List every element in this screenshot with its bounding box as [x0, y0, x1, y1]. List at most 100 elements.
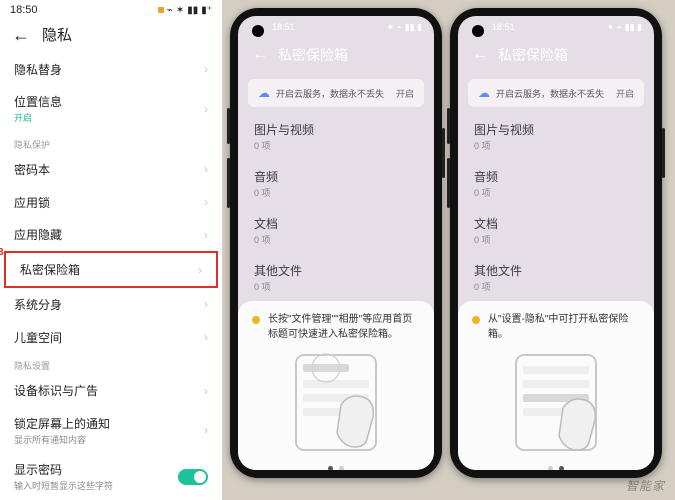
dot — [548, 466, 553, 470]
page-dots — [252, 460, 420, 470]
dot — [339, 466, 344, 470]
longpress-illustration-icon — [271, 350, 401, 460]
chevron-right-icon: › — [204, 195, 208, 209]
cat-label: 音频 — [474, 168, 638, 185]
settings-panel: 18:50 ⌁ ✶ ▮▮ ▮⁺ ← 隐私 隐私替身 › 位置信息 开启 › 隐私… — [0, 0, 222, 500]
cat-label: 图片与视频 — [474, 121, 638, 138]
row-label: 位置信息 — [14, 93, 62, 110]
volume-down-button — [447, 158, 450, 208]
phone-status-bar: 18:51 ✶ ⌁ ▮▮ ▮ — [238, 16, 434, 35]
dot-active — [559, 466, 564, 470]
cat-audio[interactable]: 音频 0 项 — [458, 160, 654, 207]
bullet-icon — [252, 316, 260, 324]
cloud-text: 开启云服务，数据永不丢失 — [276, 87, 384, 100]
row-sub: 开启 — [14, 111, 62, 124]
cat-sub: 0 项 — [474, 280, 638, 293]
row-sub: 显示所有通知内容 — [14, 433, 110, 446]
tip-text: 长按"文件管理""相册"等应用首页标题可快速进入私密保险箱。 — [268, 313, 420, 342]
tip-sheet: 长按"文件管理""相册"等应用首页标题可快速进入私密保险箱。 — [238, 301, 434, 470]
toggle-switch[interactable] — [178, 469, 208, 485]
cat-sub: 0 项 — [474, 233, 638, 246]
chevron-right-icon: › — [204, 330, 208, 344]
cat-audio[interactable]: 音频 0 项 — [238, 160, 434, 207]
cat-other[interactable]: 其他文件 0 项 — [238, 254, 434, 301]
row-device-ads[interactable]: 设备标识与广告 › — [0, 374, 222, 407]
cat-photos[interactable]: 图片与视频 0 项 — [458, 113, 654, 160]
chevron-right-icon: › — [204, 423, 208, 437]
phone-time: 18:51 — [272, 22, 295, 33]
row-privacy-substitute[interactable]: 隐私替身 › — [0, 53, 222, 86]
cat-docs[interactable]: 文档 0 项 — [458, 207, 654, 254]
chevron-right-icon: › — [204, 102, 208, 116]
cat-label: 文档 — [474, 215, 638, 232]
phone-mockup-a: 18:51 ✶ ⌁ ▮▮ ▮ ← 私密保险箱 ☁ 开启云服务，数据永不丢失 开启… — [230, 8, 442, 478]
row-show-password[interactable]: 显示密码 输入时短暂显示这些字符 — [0, 454, 222, 500]
phone-time: 18:51 — [492, 22, 515, 33]
phone-screen: 18:51 ✶ ⌁ ▮▮ ▮ ← 私密保险箱 ☁ 开启云服务，数据永不丢失 开启… — [458, 16, 654, 470]
status-time: 18:50 — [10, 4, 38, 16]
cat-label: 其他文件 — [254, 262, 418, 279]
signal-icon: ▮▮ — [187, 5, 198, 16]
back-icon[interactable]: ← — [252, 46, 268, 64]
power-button — [662, 128, 665, 178]
cat-sub: 0 项 — [474, 186, 638, 199]
cat-sub: 0 项 — [254, 233, 418, 246]
phone-photo-area: 18:51 ✶ ⌁ ▮▮ ▮ ← 私密保险箱 ☁ 开启云服务，数据永不丢失 开启… — [222, 0, 675, 500]
row-app-lock[interactable]: 应用锁 › — [0, 186, 222, 219]
tip-row: 长按"文件管理""相册"等应用首页标题可快速进入私密保险箱。 — [252, 313, 420, 342]
section-privacy-settings: 隐私设置 — [0, 353, 222, 374]
camera-punch-hole — [252, 25, 264, 37]
cloud-banner[interactable]: ☁ 开启云服务，数据永不丢失 开启 — [248, 79, 424, 107]
bullet-icon — [472, 316, 480, 324]
row-label: 儿童空间 — [14, 329, 62, 346]
row-label: 密码本 — [14, 161, 50, 178]
row-label: 锁定屏幕上的通知 — [14, 415, 110, 432]
cloud-action[interactable]: 开启 — [616, 87, 634, 100]
tip-sheet: 从"设置-隐私"中可打开私密保险箱。 — [458, 301, 654, 470]
row-private-safe[interactable]: 私密保险箱 › — [6, 253, 216, 286]
dot-active — [328, 466, 333, 470]
row-app-hide[interactable]: 应用隐藏 › — [0, 218, 222, 251]
phone-header: ← 私密保险箱 — [458, 35, 654, 79]
row-location[interactable]: 位置信息 开启 › — [0, 86, 222, 132]
cat-sub: 0 项 — [254, 280, 418, 293]
cloud-icon: ☁ — [478, 86, 490, 100]
volume-down-button — [227, 158, 230, 208]
volume-up-button — [447, 108, 450, 144]
row-label: 隐私替身 — [14, 61, 62, 78]
cat-photos[interactable]: 图片与视频 0 项 — [238, 113, 434, 160]
row-lock-notify[interactable]: 锁定屏幕上的通知 显示所有通知内容 › — [0, 407, 222, 453]
back-icon[interactable]: ← — [12, 26, 30, 44]
phone-status-bar: 18:51 ✶ ⌁ ▮▮ ▮ — [458, 16, 654, 35]
row-system-clone[interactable]: 系统分身 › — [0, 288, 222, 321]
status-icons: ⌁ ✶ ▮▮ ▮⁺ — [158, 5, 212, 16]
watermark: 智能家 — [626, 477, 665, 494]
cat-sub: 0 项 — [254, 186, 418, 199]
cloud-text: 开启云服务，数据永不丢失 — [496, 87, 604, 100]
phone-screen: 18:51 ✶ ⌁ ▮▮ ▮ ← 私密保险箱 ☁ 开启云服务，数据永不丢失 开启… — [238, 16, 434, 470]
app-icon — [158, 7, 164, 13]
phone-status-icons: ✶ ⌁ ▮▮ ▮ — [607, 22, 642, 33]
section-privacy-protect: 隐私保护 — [0, 132, 222, 153]
volume-up-button — [227, 108, 230, 144]
page-title: 隐私 — [42, 24, 72, 45]
phone-status-icons: ✶ ⌁ ▮▮ ▮ — [387, 22, 422, 33]
phone-title: 私密保险箱 — [278, 45, 348, 65]
chevron-right-icon: › — [198, 263, 202, 277]
row-label: 私密保险箱 — [20, 261, 80, 278]
cloud-banner[interactable]: ☁ 开启云服务，数据永不丢失 开启 — [468, 79, 644, 107]
cat-label: 音频 — [254, 168, 418, 185]
cat-label: 其他文件 — [474, 262, 638, 279]
phone-title: 私密保险箱 — [498, 45, 568, 65]
battery-icon: ▮⁺ — [201, 5, 212, 16]
row-label: 显示密码 — [14, 461, 113, 478]
cloud-action[interactable]: 开启 — [396, 87, 414, 100]
power-button — [442, 128, 445, 178]
cat-docs[interactable]: 文档 0 项 — [238, 207, 434, 254]
row-password-book[interactable]: 密码本 › — [0, 153, 222, 186]
row-kids-space[interactable]: 儿童空间 › — [0, 321, 222, 354]
row-label: 应用隐藏 — [14, 226, 62, 243]
back-icon[interactable]: ← — [472, 46, 488, 64]
highlight-box: 3. 私密保险箱 › — [4, 251, 218, 288]
cat-other[interactable]: 其他文件 0 项 — [458, 254, 654, 301]
